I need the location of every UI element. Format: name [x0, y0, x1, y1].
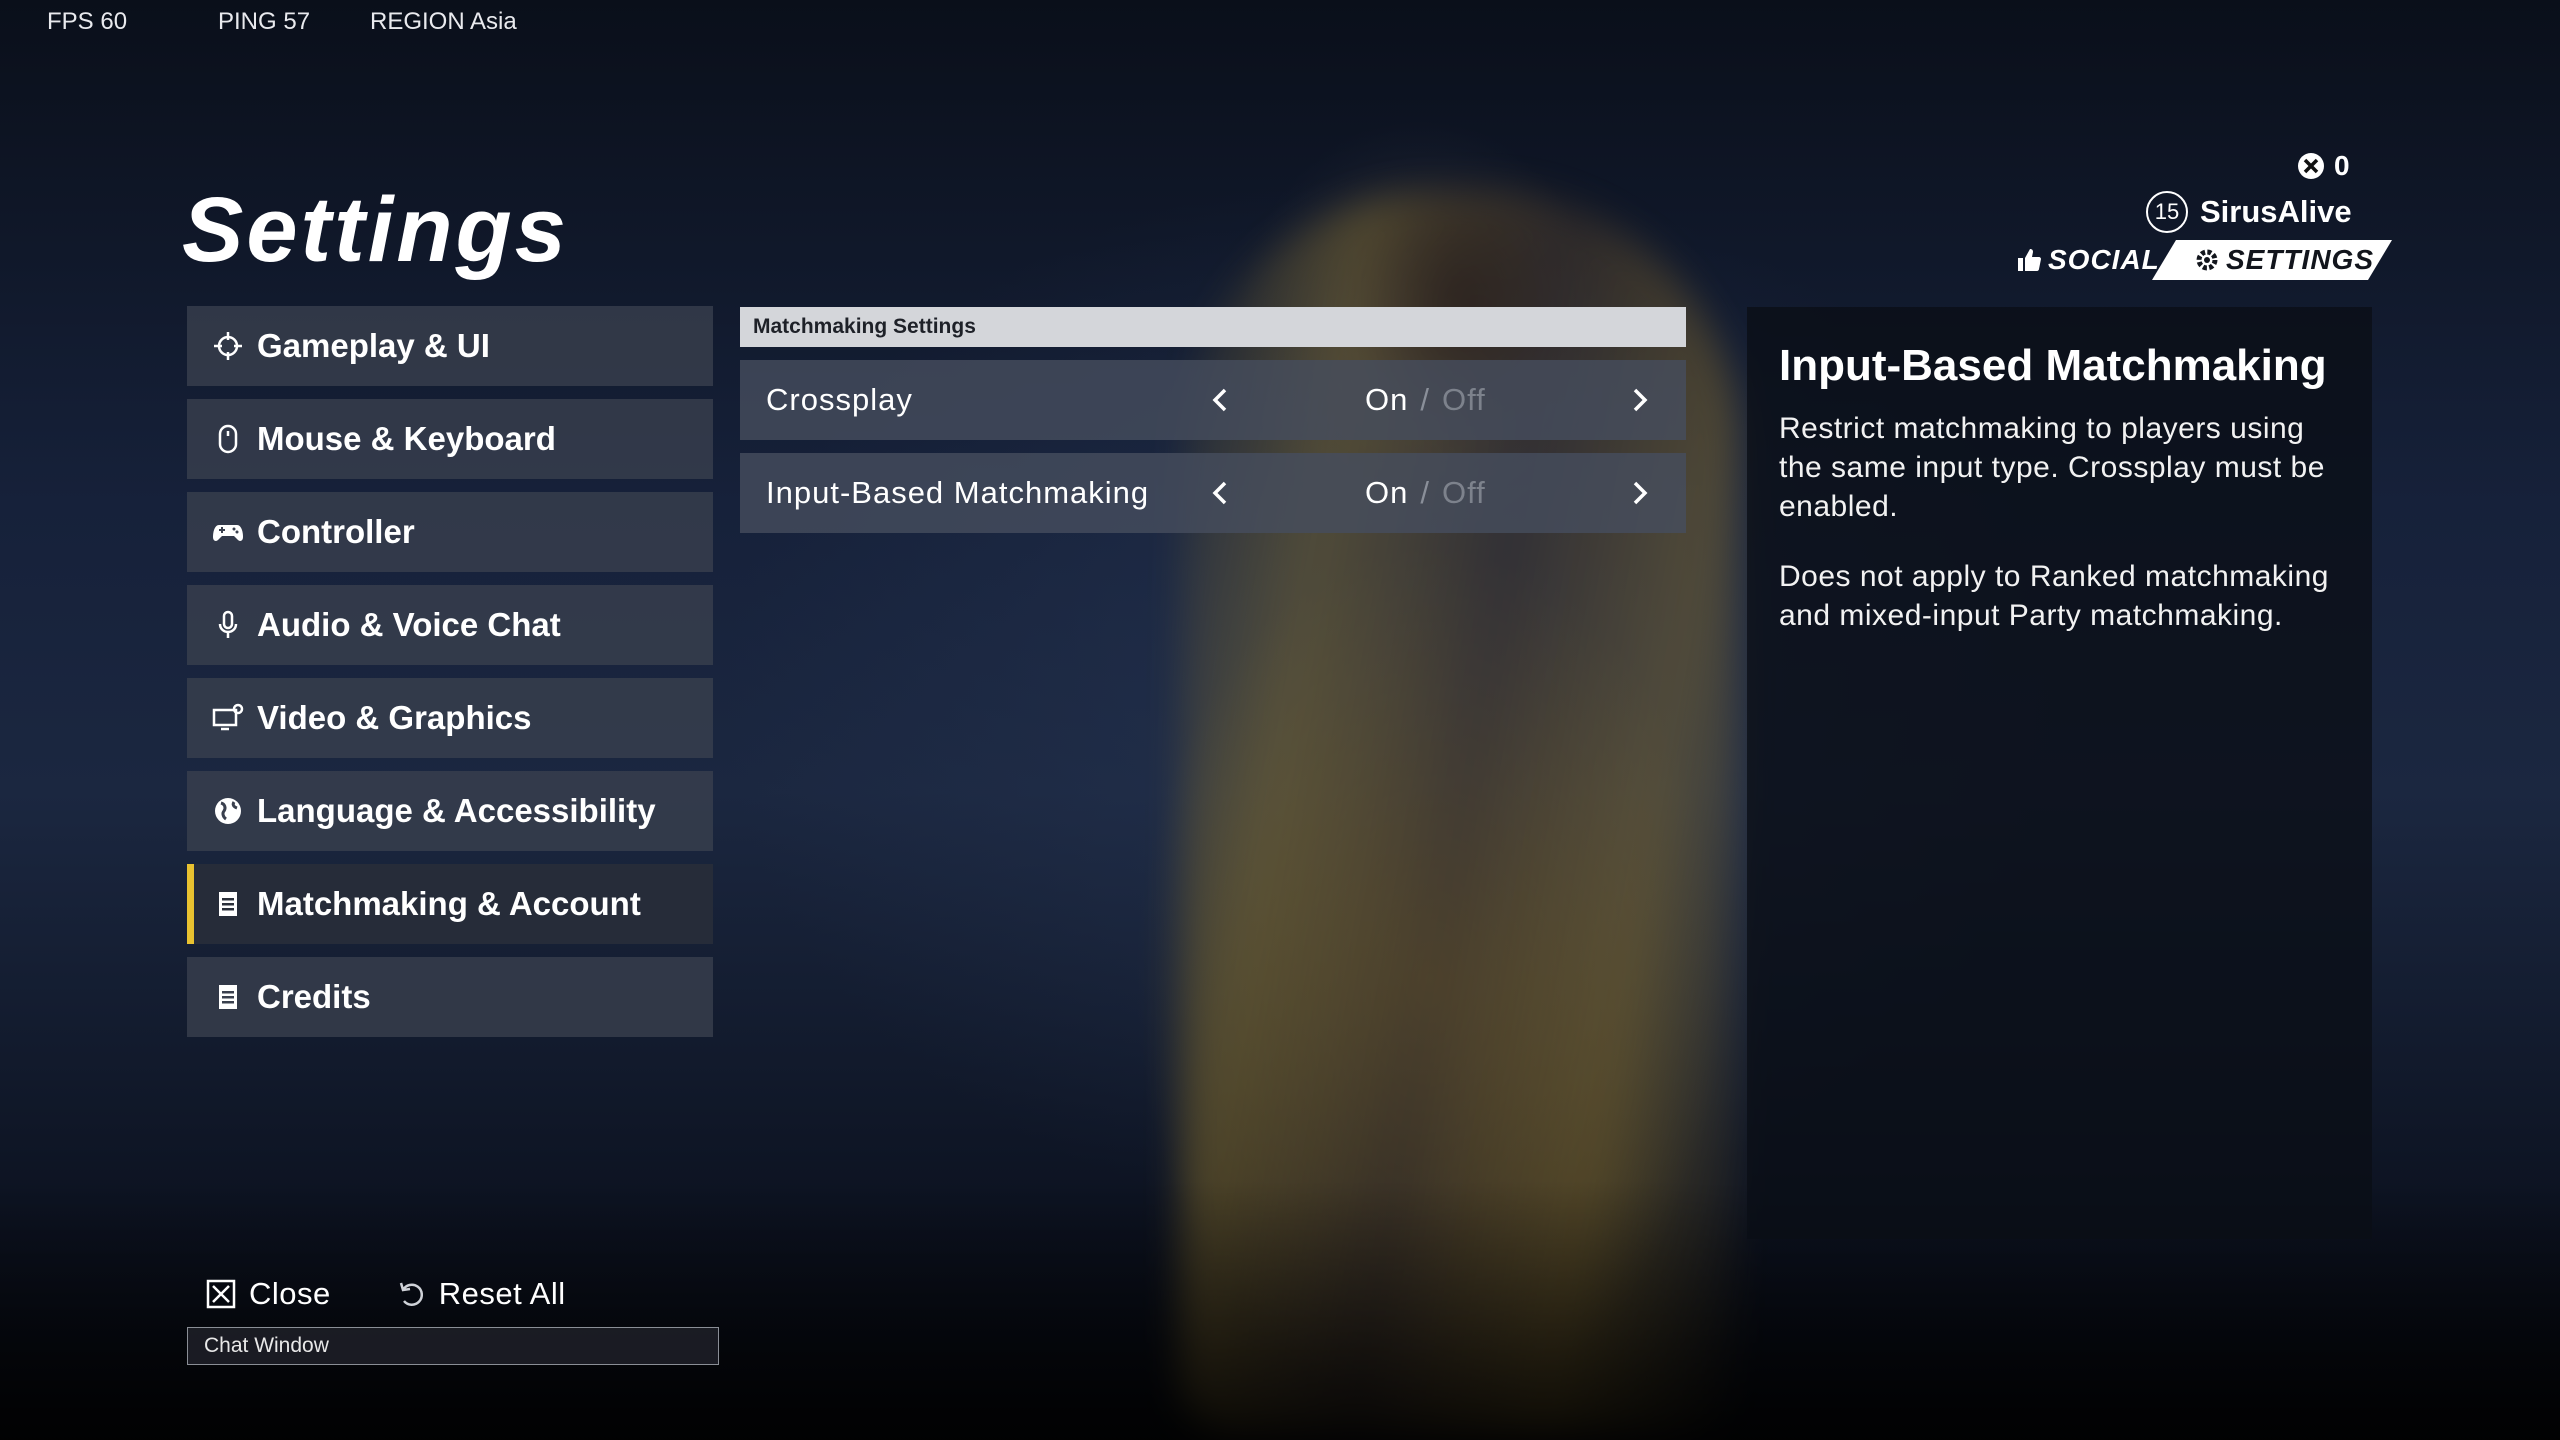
counter-value: 0 — [2334, 150, 2350, 181]
footer-actions: Close Reset All — [205, 1276, 630, 1312]
toggle-on-label: On — [1365, 382, 1409, 417]
monitor-gear-icon — [209, 699, 247, 737]
page-title: Settings — [182, 179, 569, 281]
tab-settings[interactable]: SETTINGS — [2152, 240, 2392, 280]
nav-item-label: Language & Accessibility — [257, 792, 656, 829]
reset-icon — [399, 1282, 423, 1306]
chevron-right-icon[interactable] — [1624, 385, 1654, 415]
document-icon — [209, 978, 247, 1016]
setting-description-panel: Input-Based Matchmaking Restrict matchma… — [1747, 307, 2372, 1239]
nav-item-language-accessibility[interactable]: Language & Accessibility — [187, 771, 713, 851]
nav-item-mouse-keyboard[interactable]: Mouse & Keyboard — [187, 399, 713, 479]
panel-header: Matchmaking Settings — [740, 307, 1686, 347]
crosshair-icon — [209, 327, 247, 365]
nav-item-matchmaking-account[interactable]: Matchmaking & Account — [187, 864, 713, 944]
toggle-separator: / — [1420, 475, 1430, 510]
close-circle-icon — [2298, 153, 2324, 179]
gear-icon — [2196, 249, 2218, 271]
reset-all-button[interactable]: Reset All — [395, 1276, 566, 1312]
crossplay-toggle-value: On / Off — [1365, 382, 1486, 418]
ping-readout: PING 57 — [218, 8, 311, 35]
nav-item-label: Mouse & Keyboard — [257, 420, 556, 457]
nav-item-label: Gameplay & UI — [257, 327, 490, 364]
document-icon — [209, 885, 247, 923]
microphone-icon — [209, 606, 247, 644]
player-name[interactable]: SirusAlive — [2200, 194, 2352, 230]
fps-readout: FPS 60 — [47, 8, 128, 35]
setting-label: Crossplay — [766, 382, 913, 417]
close-button[interactable]: Close — [205, 1276, 331, 1312]
chevron-left-icon[interactable] — [1206, 478, 1236, 508]
nav-item-label: Controller — [257, 513, 415, 550]
close-box-icon — [206, 1279, 236, 1309]
nav-item-credits[interactable]: Credits — [187, 957, 713, 1037]
tab-social-label: SOCIAL — [2048, 244, 2160, 275]
setting-row-crossplay[interactable]: Crossplay On / Off — [740, 360, 1686, 440]
nav-item-label: Audio & Voice Chat — [257, 606, 561, 643]
nav-item-label: Video & Graphics — [257, 699, 532, 736]
nav-item-video-graphics[interactable]: Video & Graphics — [187, 678, 713, 758]
reset-all-label: Reset All — [438, 1276, 566, 1311]
toggle-off-label: Off — [1441, 382, 1486, 417]
setting-label: Input-Based Matchmaking — [766, 475, 1150, 510]
description-note: Does not apply to Ranked matchmaking and… — [1779, 560, 2329, 632]
chevron-left-icon[interactable] — [1206, 385, 1236, 415]
party-counter: 0 — [2296, 150, 2350, 182]
region-readout: REGION Asia — [370, 8, 517, 35]
player-level-badge: 15 — [2146, 191, 2188, 233]
input-matchmaking-toggle-value: On / Off — [1365, 475, 1486, 511]
gamepad-icon — [209, 513, 247, 551]
nav-item-controller[interactable]: Controller — [187, 492, 713, 572]
nav-item-label: Matchmaking & Account — [257, 885, 641, 922]
mouse-icon — [209, 420, 247, 458]
settings-category-nav: Gameplay & UI Mouse & Keyboard Controlle… — [187, 306, 713, 1050]
chat-window-input[interactable]: Chat Window — [187, 1327, 719, 1365]
description-text: Restrict matchmaking to players using th… — [1779, 412, 2325, 523]
thumbs-up-icon — [2018, 249, 2041, 271]
nav-item-gameplay-ui[interactable]: Gameplay & UI — [187, 306, 713, 386]
close-button-label: Close — [249, 1276, 331, 1311]
tab-social[interactable]: SOCIAL — [2016, 240, 2160, 280]
tab-settings-label: SETTINGS — [2226, 244, 2375, 275]
nav-item-label: Credits — [257, 978, 371, 1015]
description-title: Input-Based Matchmaking — [1779, 341, 2327, 390]
globe-icon — [209, 792, 247, 830]
toggle-off-label: Off — [1441, 475, 1486, 510]
setting-row-input-based-matchmaking[interactable]: Input-Based Matchmaking On / Off — [740, 453, 1686, 533]
chevron-right-icon[interactable] — [1624, 478, 1654, 508]
toggle-separator: / — [1420, 382, 1430, 417]
toggle-on-label: On — [1365, 475, 1409, 510]
nav-item-audio-voice-chat[interactable]: Audio & Voice Chat — [187, 585, 713, 665]
matchmaking-settings-panel: Matchmaking Settings Crossplay On / Off In… — [740, 307, 1686, 533]
